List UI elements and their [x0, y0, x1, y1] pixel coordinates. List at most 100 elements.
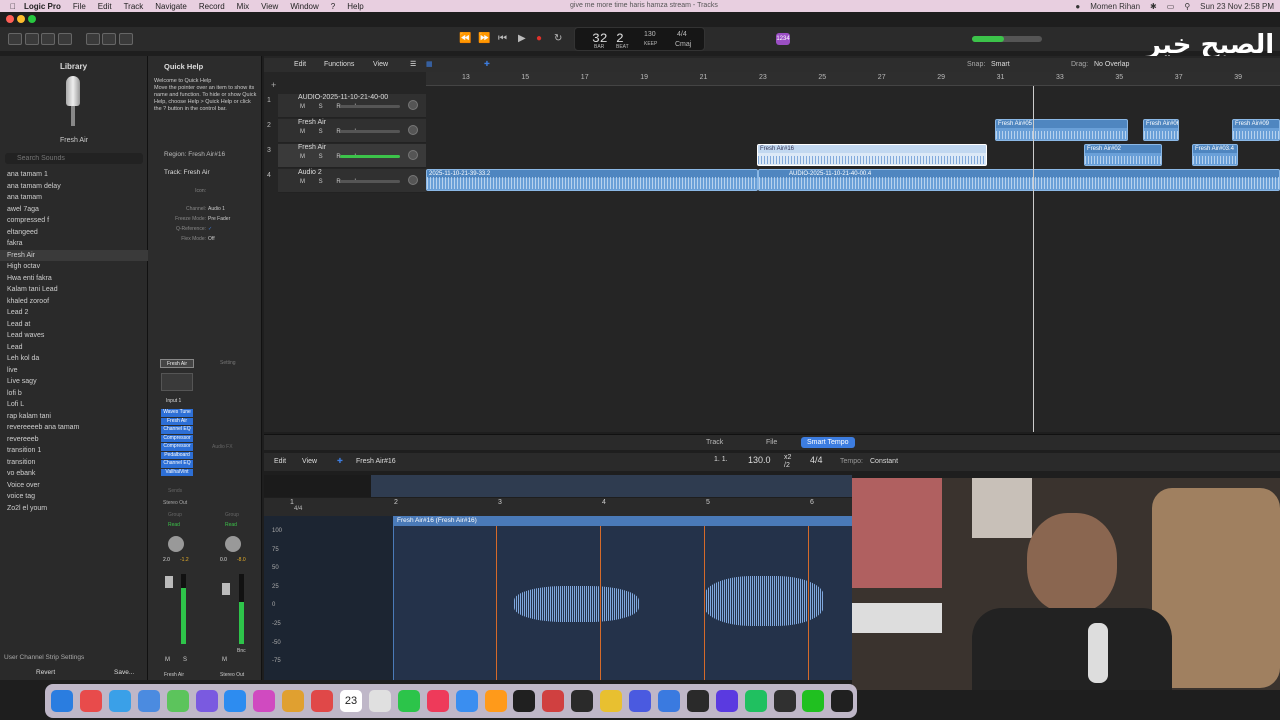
patch-item[interactable]: Leh kol da	[0, 353, 148, 365]
dock-app-icon[interactable]	[79, 690, 102, 712]
freeze-value[interactable]: Pre Fader	[208, 214, 230, 224]
patch-item[interactable]: lofi b	[0, 388, 148, 400]
patch-item[interactable]: Fresh Air	[0, 249, 148, 261]
timeline-ruler[interactable]: 13 15 17 19 21 23 25 27 29 31 33 35 37 39	[426, 72, 1280, 86]
quick-help-icon[interactable]	[41, 33, 55, 45]
user-channel-strip-settings[interactable]: User Channel Strip Settings	[4, 654, 84, 661]
add-track-icon[interactable]: +	[271, 80, 276, 90]
menu-file[interactable]: File	[73, 2, 86, 11]
audio-fx-slot[interactable]: Audio FX	[212, 444, 233, 450]
plugin-slot[interactable]: VallhalVint	[161, 468, 193, 476]
patch-item[interactable]: revereeeeb ana tamam	[0, 422, 148, 434]
patch-item[interactable]: revereeeb	[0, 434, 148, 446]
dock-app-icon[interactable]	[657, 690, 680, 712]
library-toggle-icon[interactable]	[8, 33, 22, 45]
patch-item[interactable]: rap kalam tani	[0, 411, 148, 423]
menu-edit[interactable]: Edit	[98, 2, 112, 11]
dock-app-icon[interactable]	[397, 690, 420, 712]
dock-app-icon[interactable]	[831, 690, 854, 712]
flex-value[interactable]: Off	[208, 234, 230, 244]
zoom-window-icon[interactable]	[28, 15, 36, 23]
patch-item[interactable]: fakra	[0, 238, 148, 250]
plugin-slot[interactable]: Compressor	[161, 434, 193, 442]
dock-app-icon[interactable]	[513, 690, 536, 712]
cycle-icon[interactable]: ↻	[554, 33, 562, 44]
smart-tempo-signature[interactable]: 4/4	[810, 453, 823, 467]
patch-item[interactable]: Voice over	[0, 480, 148, 492]
dock-app-icon[interactable]	[715, 690, 738, 712]
region-fresh-air-09[interactable]: Fresh Air#09	[1232, 119, 1280, 141]
dock-app-icon[interactable]	[282, 690, 305, 712]
toolbar-toggle-icon[interactable]	[58, 33, 72, 45]
list-view-icon[interactable]: ☰	[410, 58, 416, 72]
plugin-slot[interactable]: Waves Tune	[161, 409, 193, 417]
user-name[interactable]: Momen Rihan	[1090, 2, 1140, 11]
patch-item[interactable]: Lead waves	[0, 330, 148, 342]
patch-item[interactable]: Lofi L	[0, 399, 148, 411]
transient-marker[interactable]	[496, 526, 497, 680]
pan-knob-1[interactable]	[168, 536, 184, 552]
patch-item[interactable]: Hwa enti fakra	[0, 273, 148, 285]
mute-button-2[interactable]: M	[222, 657, 227, 663]
dock-app-icon[interactable]	[686, 690, 709, 712]
eq-thumbnail[interactable]	[161, 373, 193, 391]
dock-app-icon[interactable]	[600, 690, 623, 712]
track-header[interactable]: 3 Fresh Air M S R I	[267, 144, 426, 168]
master-volume-slider[interactable]	[972, 36, 1042, 42]
dock-app-icon[interactable]	[253, 690, 276, 712]
plugin-slot[interactable]: Compressor	[161, 443, 193, 451]
transient-marker[interactable]	[600, 526, 601, 680]
grid-view-icon[interactable]: ▦	[426, 58, 433, 72]
editor-catch-icon[interactable]: ✚	[337, 455, 343, 469]
strip-setting-button[interactable]: Fresh Air	[160, 359, 194, 368]
track-name[interactable]: Audio 2	[298, 169, 322, 176]
patch-item[interactable]: transition	[0, 457, 148, 469]
patch-item[interactable]: Lead 2	[0, 307, 148, 319]
region-audio-2-b[interactable]: AUDIO-2025-11-10-21-40-00.4	[758, 169, 1280, 191]
plugin-slot[interactable]: Fresh Air	[161, 417, 193, 425]
editor-region[interactable]: Fresh Air#16 (Fresh Air#16)	[393, 516, 852, 680]
tab-track[interactable]: Track	[700, 437, 729, 448]
region-fresh-air-16-selected[interactable]: Fresh Air#16	[757, 144, 987, 166]
save-button[interactable]: Save...	[114, 669, 134, 676]
dock-app-icon[interactable]	[311, 690, 334, 712]
dock-app-icon[interactable]	[484, 690, 507, 712]
track-pan-knob[interactable]	[408, 175, 418, 185]
dock-app-icon[interactable]	[629, 690, 651, 712]
menu-app-name[interactable]: Logic Pro	[24, 2, 61, 11]
inspector-toggle-icon[interactable]	[25, 33, 39, 45]
track-header[interactable]: 1 AUDIO-2025-11-10-21-40-00 M S R I	[267, 94, 426, 118]
catch-icon[interactable]: ✚	[484, 58, 490, 72]
drag-dropdown[interactable]: No Overlap	[1094, 58, 1129, 72]
patch-item[interactable]: Zo2l el youm	[0, 503, 148, 515]
plugin-slot[interactable]: Channel EQ	[161, 426, 193, 434]
bounce-button[interactable]: Bnc	[237, 648, 246, 654]
editor-overview[interactable]	[264, 475, 852, 497]
forward-icon[interactable]: ⏩	[478, 33, 490, 44]
patch-item[interactable]: eltangeed	[0, 227, 148, 239]
region-fresh-air-05[interactable]: Fresh Air#05	[995, 119, 1128, 141]
search-icon[interactable]: ⚲	[1184, 2, 1190, 11]
rewind-icon[interactable]: ⏪	[459, 33, 471, 44]
strip-setting2-button[interactable]: Setting	[220, 360, 236, 366]
track-volume-slider[interactable]	[340, 155, 400, 158]
plugin-slot[interactable]: Channel EQ	[161, 460, 193, 468]
track-header[interactable]: 2 Fresh Air M S R I	[267, 119, 426, 143]
dock-app-icon[interactable]	[195, 690, 218, 712]
dock-app-icon[interactable]	[571, 690, 594, 712]
mixer-icon[interactable]	[102, 33, 116, 45]
library-search-input[interactable]	[5, 153, 143, 164]
channel-value[interactable]: Audio 1	[208, 204, 230, 214]
apple-icon[interactable]: 	[10, 2, 16, 11]
patch-item[interactable]: compressed f	[0, 215, 148, 227]
patch-item[interactable]: ana tamam 1	[0, 169, 148, 181]
playhead[interactable]	[1033, 86, 1034, 432]
patch-item[interactable]: khaled zoroof	[0, 296, 148, 308]
region-inspector[interactable]: Region: Fresh Air#16	[164, 151, 225, 158]
go-to-start-icon[interactable]: ⏮	[498, 33, 507, 44]
dock-app-icon[interactable]	[744, 690, 767, 712]
dock-app-icon[interactable]	[368, 690, 391, 712]
editor-edit-menu[interactable]: Edit	[274, 455, 286, 469]
smart-tempo-value[interactable]: 130.0	[748, 453, 771, 467]
volume-fader-1[interactable]	[165, 576, 173, 588]
